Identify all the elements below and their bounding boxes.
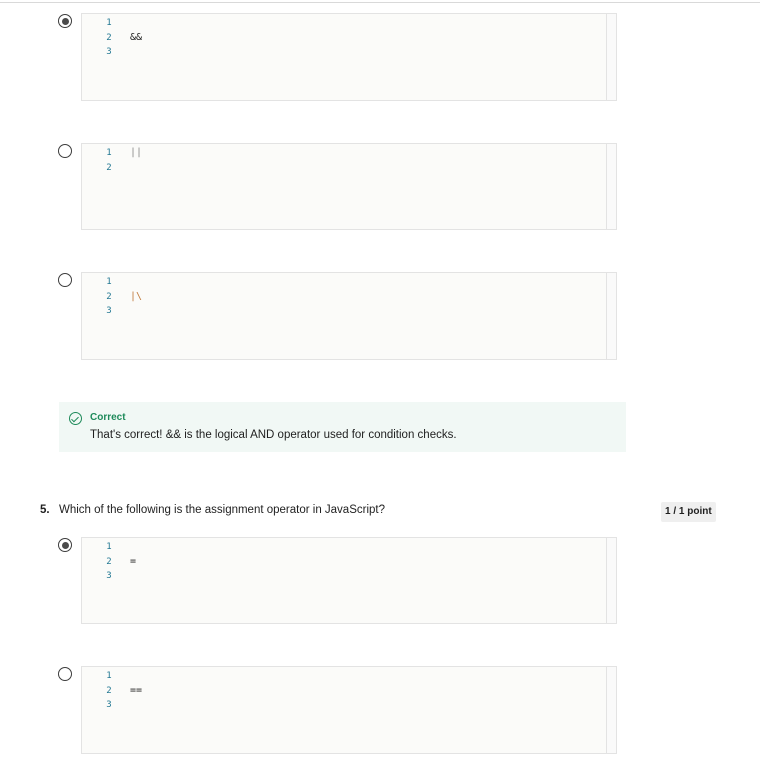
q4-option-3-code-editor: 1 2 3 |\	[81, 272, 617, 360]
q4-option-1-code-editor: 1 2 3 &&	[81, 13, 617, 101]
question-text: Which of the following is the assignment…	[59, 504, 385, 516]
q5-option-1-radio[interactable]	[58, 538, 72, 552]
code-line: |\	[130, 290, 143, 302]
editor-scrollbar[interactable]	[606, 273, 616, 359]
feedback-status: Correct	[90, 412, 126, 423]
line-numbers: 1 2 3	[106, 277, 112, 316]
q4-option-3-radio[interactable]	[58, 273, 72, 287]
line-numbers: 1 2 3	[106, 18, 112, 57]
code-line: ==	[130, 684, 143, 696]
question-number: 5.	[40, 504, 50, 516]
editor-scrollbar[interactable]	[606, 14, 616, 100]
correct-feedback-box: Correct That's correct! && is the logica…	[59, 402, 626, 452]
code-line: ||	[130, 147, 143, 158]
line-numbers: 1 2 3	[106, 542, 112, 581]
points-badge: 1 / 1 point	[661, 502, 716, 522]
editor-scrollbar[interactable]	[606, 144, 616, 229]
q5-option-2-radio[interactable]	[58, 667, 72, 681]
editor-scrollbar[interactable]	[606, 538, 616, 623]
check-circle-icon	[69, 412, 82, 425]
q4-option-1-radio[interactable]	[58, 14, 72, 28]
code-line: &&	[130, 31, 143, 43]
feedback-message: That's correct! && is the logical AND op…	[90, 429, 457, 441]
top-divider	[0, 2, 760, 3]
q5-option-1-code-editor: 1 2 3 =	[81, 537, 617, 624]
q4-option-2-code-editor: 1 2 ||	[81, 143, 617, 230]
q5-option-2-code-editor: 1 2 3 ==	[81, 666, 617, 754]
code-line: =	[130, 555, 137, 567]
line-numbers: 1 2	[106, 148, 112, 173]
q4-option-2-radio[interactable]	[58, 144, 72, 158]
line-numbers: 1 2 3	[106, 671, 112, 710]
editor-scrollbar[interactable]	[606, 667, 616, 753]
